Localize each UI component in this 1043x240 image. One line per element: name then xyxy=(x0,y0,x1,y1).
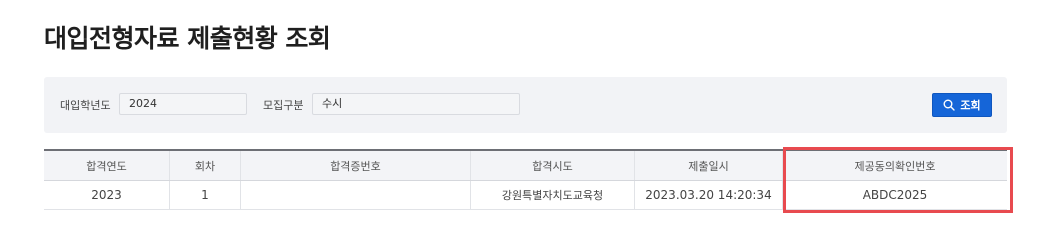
header-pass-region: 합격시도 xyxy=(471,151,635,180)
header-round: 회차 xyxy=(170,151,241,180)
cell-certificate-number xyxy=(241,181,471,209)
cell-pass-year: 2023 xyxy=(44,181,170,209)
cell-round: 1 xyxy=(170,181,241,209)
header-pass-year: 합격연도 xyxy=(44,151,170,180)
table-header: 합격연도 회차 합격증번호 합격시도 제출일시 제공동의확인번호 xyxy=(44,151,1007,181)
cell-pass-region: 강원특별자치도교육청 xyxy=(471,181,635,209)
header-certificate-number: 합격증번호 xyxy=(241,151,471,180)
year-label: 대입학년도 xyxy=(60,99,111,112)
search-icon xyxy=(943,99,956,111)
cell-submit-datetime: 2023.03.20 14:20:34 xyxy=(635,181,783,209)
year-select[interactable]: 2024 xyxy=(119,93,247,115)
search-button[interactable]: 조회 xyxy=(932,93,992,117)
header-submit-datetime: 제출일시 xyxy=(635,151,783,180)
search-button-label: 조회 xyxy=(960,100,981,112)
recruit-type-select[interactable]: 수시 xyxy=(312,93,520,115)
submission-table: 합격연도 회차 합격증번호 합격시도 제출일시 제공동의확인번호 2023 1 … xyxy=(44,149,1007,210)
search-panel: 대입학년도 2024 모집구분 수시 조회 xyxy=(44,77,1007,133)
page-title: 대입전형자료 제출현황 조회 xyxy=(44,24,331,53)
table-row[interactable]: 2023 1 강원특별자치도교육청 2023.03.20 14:20:34 AB… xyxy=(44,181,1007,210)
recruit-type-label: 모집구분 xyxy=(263,99,304,112)
header-consent-number: 제공동의확인번호 xyxy=(854,159,936,173)
cell-consent-number: ABDC2025 xyxy=(862,188,928,202)
